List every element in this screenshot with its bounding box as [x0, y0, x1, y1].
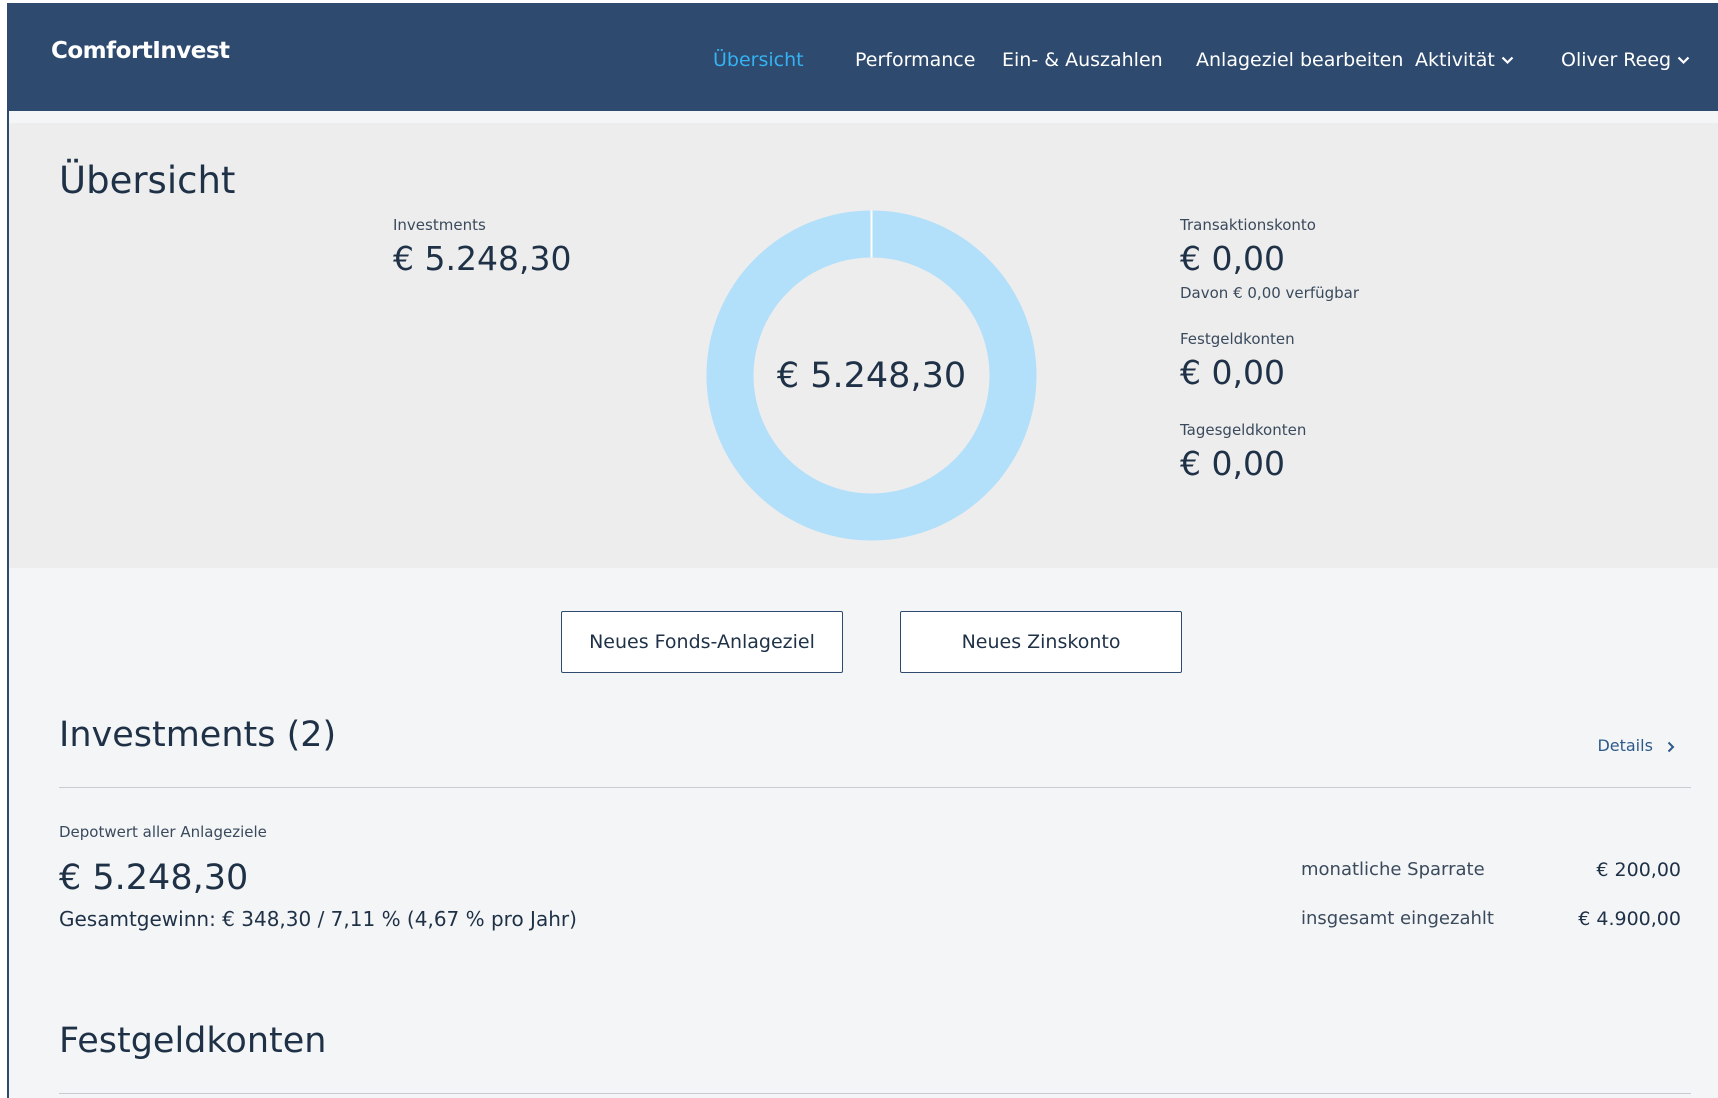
tagesgeldkonten-label: Tagesgeldkonten: [1180, 421, 1307, 439]
page-title: Übersicht: [59, 159, 236, 202]
investments-label: Investments: [393, 216, 486, 234]
depotwert-value: € 5.248,30: [59, 858, 249, 898]
nav-item-ein-auszahlen[interactable]: Ein- & Auszahlen: [1002, 49, 1163, 71]
user-name: Oliver Reeg: [1561, 49, 1672, 71]
nav-item-performance[interactable]: Performance: [855, 49, 975, 71]
details-link-label: Details: [1597, 736, 1653, 755]
insgesamt-eingezahlt-value: € 4.900,00: [1578, 908, 1681, 930]
gesamtgewinn-text: Gesamtgewinn: € 348,30 / 7,11 % (4,67 % …: [59, 907, 577, 931]
nav-item-uebersicht[interactable]: Übersicht: [713, 49, 804, 71]
top-navigation-bar: ComfortInvest Übersicht Performance Ein-…: [9, 3, 1718, 111]
nav-item-anlageziel-bearbeiten[interactable]: Anlageziel bearbeiten: [1196, 49, 1403, 71]
monatliche-sparrate-value: € 200,00: [1596, 859, 1681, 881]
allocation-donut-chart: € 5.248,30: [704, 208, 1039, 543]
tagesgeldkonten-value: € 0,00: [1180, 444, 1285, 483]
overview-panel: Übersicht Investments € 5.248,30 € 5.248…: [9, 123, 1718, 568]
festgeldkonten-section-title: Festgeldkonten: [59, 1021, 327, 1061]
transaktionskonto-value: € 0,00: [1180, 239, 1285, 278]
chevron-down-icon: [1677, 56, 1690, 65]
details-link[interactable]: Details: [1597, 736, 1676, 755]
transaktionskonto-available-note: Davon € 0,00 verfügbar: [1180, 284, 1360, 302]
donut-center-total: € 5.248,30: [776, 355, 967, 396]
new-zinskonto-button[interactable]: Neues Zinskonto: [900, 611, 1182, 673]
nav-item-aktivitaet-label: Aktivität: [1415, 49, 1495, 71]
new-fonds-anlageziel-button[interactable]: Neues Fonds-Anlageziel: [561, 611, 843, 673]
section-divider: [59, 1093, 1691, 1094]
brand-logo[interactable]: ComfortInvest: [51, 38, 230, 64]
app-window: ComfortInvest Übersicht Performance Ein-…: [7, 3, 1718, 1098]
user-menu[interactable]: Oliver Reeg: [1561, 49, 1690, 71]
transaktionskonto-label: Transaktionskonto: [1180, 216, 1316, 234]
depotwert-label: Depotwert aller Anlageziele: [59, 823, 267, 841]
investments-section-title: Investments (2): [59, 715, 337, 755]
chevron-right-icon: [1667, 741, 1675, 752]
festgeldkonten-label: Festgeldkonten: [1180, 330, 1295, 348]
nav-item-aktivitaet[interactable]: Aktivität: [1415, 49, 1514, 71]
insgesamt-eingezahlt-label: insgesamt eingezahlt: [1301, 908, 1494, 929]
monatliche-sparrate-label: monatliche Sparrate: [1301, 859, 1485, 880]
investments-value: € 5.248,30: [393, 239, 572, 278]
section-divider: [59, 787, 1691, 788]
chevron-down-icon: [1501, 56, 1514, 65]
festgeldkonten-value: € 0,00: [1180, 353, 1285, 392]
